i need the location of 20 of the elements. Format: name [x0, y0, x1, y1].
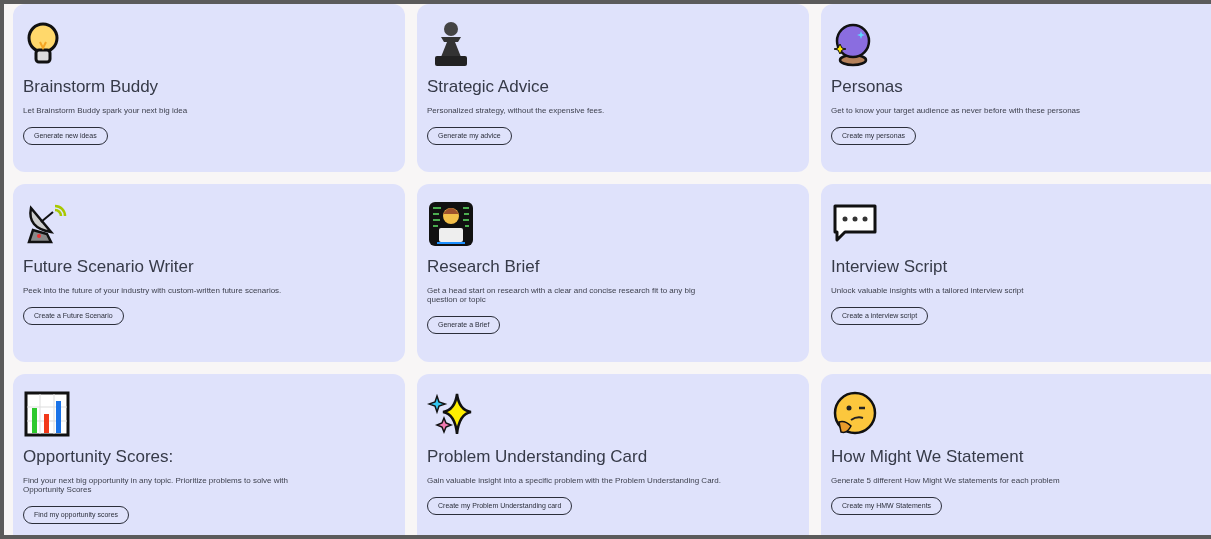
- card-description: Personalized strategy, without the expensive fees.: [427, 106, 605, 115]
- card-description: Get a head start on research with a clear and concise research fit to any big question or topic: [427, 286, 697, 304]
- card-description: Gain valuable insight into a specific problem with the Problem Understanding Card.: [427, 476, 721, 485]
- card-description: Get to know your target audience as never before with these personas: [831, 106, 1081, 115]
- card-title: Future Scenario Writer: [23, 256, 194, 278]
- card-description: Find your next big opportunity in any topic. Prioritize problems to solve with Opportunity Scores: [23, 476, 289, 494]
- card-title: Brainstorm Buddy: [23, 76, 159, 98]
- bar-chart-icon: [23, 390, 71, 438]
- card-title: Problem Understanding Card: [427, 446, 648, 468]
- card-description: Generate 5 different How Might We statements for each problem: [831, 476, 1060, 485]
- card-title: How Might We Statement: [831, 446, 1024, 468]
- card-title: Personas: [831, 76, 903, 98]
- card-description: Peek into the future of your industry with custom-written future scenarios.: [23, 286, 282, 295]
- card-description: Let Brainstorm Buddy spark your next big idea: [23, 106, 188, 115]
- card-title: Opportunity Scores:: [23, 446, 174, 468]
- card-title: Research Brief: [427, 256, 540, 278]
- person-at-laptop-icon: [427, 200, 475, 248]
- card-description: Unlock valuable insights with a tailored interview script: [831, 286, 1024, 295]
- card-title: Interview Script: [831, 256, 948, 278]
- card-title: Strategic Advice: [427, 76, 549, 98]
